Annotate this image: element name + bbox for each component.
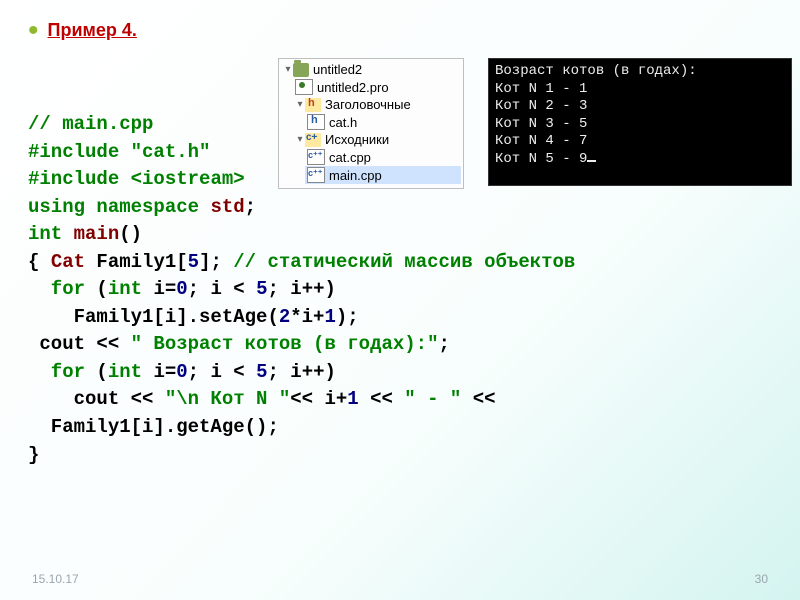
project-file-icon xyxy=(295,79,313,95)
code-kw: using xyxy=(28,196,96,218)
code-text: ; i++) xyxy=(267,361,335,383)
chevron-down-icon: ▾ xyxy=(295,99,305,110)
code-text: Family1[i].getAge(); xyxy=(28,416,279,438)
code-num: 2 xyxy=(279,306,290,328)
h-file-icon xyxy=(307,114,325,130)
tree-header-file[interactable]: cat.h xyxy=(305,113,461,131)
chevron-down-icon: ▾ xyxy=(295,134,305,145)
footer-page: 30 xyxy=(755,572,768,586)
tree-pro[interactable]: untitled2.pro xyxy=(293,78,461,96)
code-num: 5 xyxy=(188,251,199,273)
code-punc: ]; xyxy=(199,251,233,273)
code-punc: ( xyxy=(96,361,107,383)
code-punc: } xyxy=(28,444,39,466)
code-kw: #include xyxy=(28,141,131,163)
code-punc: ( xyxy=(96,278,107,300)
code-punc: { xyxy=(28,251,51,273)
console-line: Кот N 2 - 3 xyxy=(495,98,587,114)
console-line: Кот N 4 - 7 xyxy=(495,133,587,149)
tree-label: Исходники xyxy=(325,132,389,147)
chevron-down-icon: ▾ xyxy=(283,64,293,75)
code-type: int xyxy=(108,278,154,300)
code-text: Family1[ xyxy=(85,251,188,273)
tree-sources-folder[interactable]: ▾ Исходники xyxy=(293,131,461,148)
tree-label: cat.h xyxy=(329,115,357,130)
code-text: *i+ xyxy=(290,306,324,328)
console-line: Возраст котов (в годах): xyxy=(495,63,697,79)
code-text: i= xyxy=(153,361,176,383)
slide-title-row: • Пример 4. xyxy=(28,20,772,41)
console-line: Кот N 3 - 5 xyxy=(495,116,587,132)
code-type: int xyxy=(28,223,74,245)
tree-source-file-selected[interactable]: main.cpp xyxy=(305,166,461,184)
slide-title: Пример 4. xyxy=(48,20,137,40)
sources-folder-icon xyxy=(305,133,321,147)
bullet-icon: • xyxy=(28,14,39,47)
code-text: ; i < xyxy=(188,361,256,383)
code-text: << xyxy=(461,388,495,410)
cpp-file-icon xyxy=(307,167,325,183)
code-id: Cat xyxy=(51,251,85,273)
console-line: Кот N 1 - 1 xyxy=(495,81,587,97)
code-punc: () xyxy=(119,223,142,245)
code-id: std xyxy=(210,196,244,218)
code-str: " - " xyxy=(404,388,461,410)
code-str: "\n Кот N " xyxy=(165,388,290,410)
tree-headers-folder[interactable]: ▾ Заголовочные xyxy=(293,96,461,113)
code-id: main xyxy=(74,223,120,245)
console-output: Возраст котов (в годах): Кот N 1 - 1 Кот… xyxy=(488,58,792,186)
code-num: 0 xyxy=(176,361,187,383)
tree-label: untitled2.pro xyxy=(317,80,389,95)
code-kw: #include xyxy=(28,168,131,190)
code-num: 5 xyxy=(256,361,267,383)
code-kw: for xyxy=(28,361,96,383)
tree-source-file[interactable]: cat.cpp xyxy=(305,148,461,166)
code-text: << i+ xyxy=(290,388,347,410)
code-str: <iostream> xyxy=(131,168,245,190)
folder-icon xyxy=(293,63,309,77)
code-kw: namespace xyxy=(96,196,210,218)
tree-label: Заголовочные xyxy=(325,97,411,112)
code-text: ; i++) xyxy=(267,278,335,300)
cpp-file-icon xyxy=(307,149,325,165)
code-punc: ; xyxy=(438,333,449,355)
code-text: cout << xyxy=(28,388,165,410)
code-str: "cat.h" xyxy=(131,141,211,163)
code-punc: ); xyxy=(336,306,359,328)
tree-label: untitled2 xyxy=(313,62,362,77)
code-kw: for xyxy=(28,278,96,300)
slide-footer: 15.10.17 30 xyxy=(32,572,768,586)
tree-label: main.cpp xyxy=(329,168,382,183)
headers-folder-icon xyxy=(305,98,321,112)
code-text: cout << xyxy=(28,333,131,355)
console-line: Кот N 5 - 9 xyxy=(495,151,587,167)
code-comment: // статический массив объектов xyxy=(233,251,575,273)
code-num: 1 xyxy=(347,388,358,410)
code-num: 0 xyxy=(176,278,187,300)
code-num: 1 xyxy=(324,306,335,328)
project-tree: ▾ untitled2 untitled2.pro ▾ Заголовочные… xyxy=(278,58,464,189)
footer-date: 15.10.17 xyxy=(32,572,79,586)
code-num: 5 xyxy=(256,278,267,300)
code-text: Family1[i].setAge( xyxy=(28,306,279,328)
code-punc: ; xyxy=(245,196,256,218)
code-type: int xyxy=(108,361,154,383)
tree-root[interactable]: ▾ untitled2 xyxy=(281,61,461,78)
code-comment: // main.cpp xyxy=(28,113,153,135)
cursor-icon xyxy=(587,160,596,162)
code-text: i= xyxy=(153,278,176,300)
code-text: ; i < xyxy=(188,278,256,300)
code-text: << xyxy=(359,388,405,410)
tree-label: cat.cpp xyxy=(329,150,371,165)
code-str: " Возраст котов (в годах):" xyxy=(131,333,439,355)
